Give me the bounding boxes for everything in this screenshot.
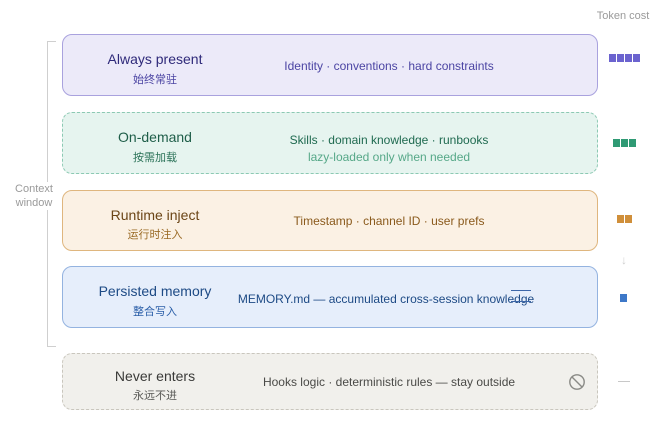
cost-block (633, 54, 640, 62)
token-cost-header: Token cost (596, 10, 650, 22)
cost-block (625, 215, 632, 223)
token-cost-blocks-runtime-inject (617, 215, 632, 223)
layer-title: Persisted memory (98, 283, 212, 299)
layer-title: Never enters (114, 368, 196, 384)
cost-block (609, 54, 616, 62)
layer-title: Runtime inject (110, 207, 200, 223)
layer-always-present: Always present 始终常驻 Identity · conventio… (62, 34, 598, 96)
cost-block (620, 294, 627, 302)
layer-subtitle: 运行时注入 (127, 229, 183, 241)
layer-description: Hooks logic · deterministic rules — stay… (262, 375, 516, 389)
down-arrow-icon: ↓ (621, 253, 627, 267)
token-cost-blocks-on-demand (613, 139, 636, 147)
cost-block (621, 139, 628, 147)
no-entry-icon (569, 374, 585, 390)
layer-on-demand: On-demand 按需加载 Skills · domain knowledge… (62, 112, 598, 174)
token-cost-blocks-always-present (609, 54, 640, 62)
layer-title: Always present (107, 51, 203, 67)
context-window-label: Context window (6, 182, 62, 210)
cost-block (625, 54, 632, 62)
cost-block (617, 54, 624, 62)
dash-icon (618, 381, 630, 382)
document-lines-icon (511, 289, 531, 303)
layer-description: Identity · conventions · hard constraint… (284, 59, 494, 73)
cost-block (617, 215, 624, 223)
layer-subtitle: 永远不进 (133, 390, 177, 402)
layer-never-enters: Never enters 永远不进 Hooks logic · determin… (62, 353, 598, 410)
cost-block (629, 139, 636, 147)
layer-description: MEMORY.md — accumulated cross-session kn… (237, 292, 535, 306)
layer-description: Timestamp · channel ID · user prefs (293, 214, 485, 228)
context-window-label-line1: Context (15, 183, 53, 195)
token-cost-blocks-persisted-memory (620, 294, 627, 302)
layer-subtitle: 整合写入 (133, 306, 177, 318)
layer-subtitle: 始终常驻 (133, 74, 177, 86)
layer-runtime-inject: Runtime inject 运行时注入 Timestamp · channel… (62, 190, 598, 251)
layer-title: On-demand (118, 129, 192, 145)
context-window-label-line2: window (15, 197, 53, 209)
cost-block (613, 139, 620, 147)
layer-description: Skills · domain knowledge · runbooks (289, 133, 489, 147)
layer-subtitle: 按需加载 (133, 152, 177, 164)
layer-note: lazy-loaded only when needed (307, 150, 471, 164)
